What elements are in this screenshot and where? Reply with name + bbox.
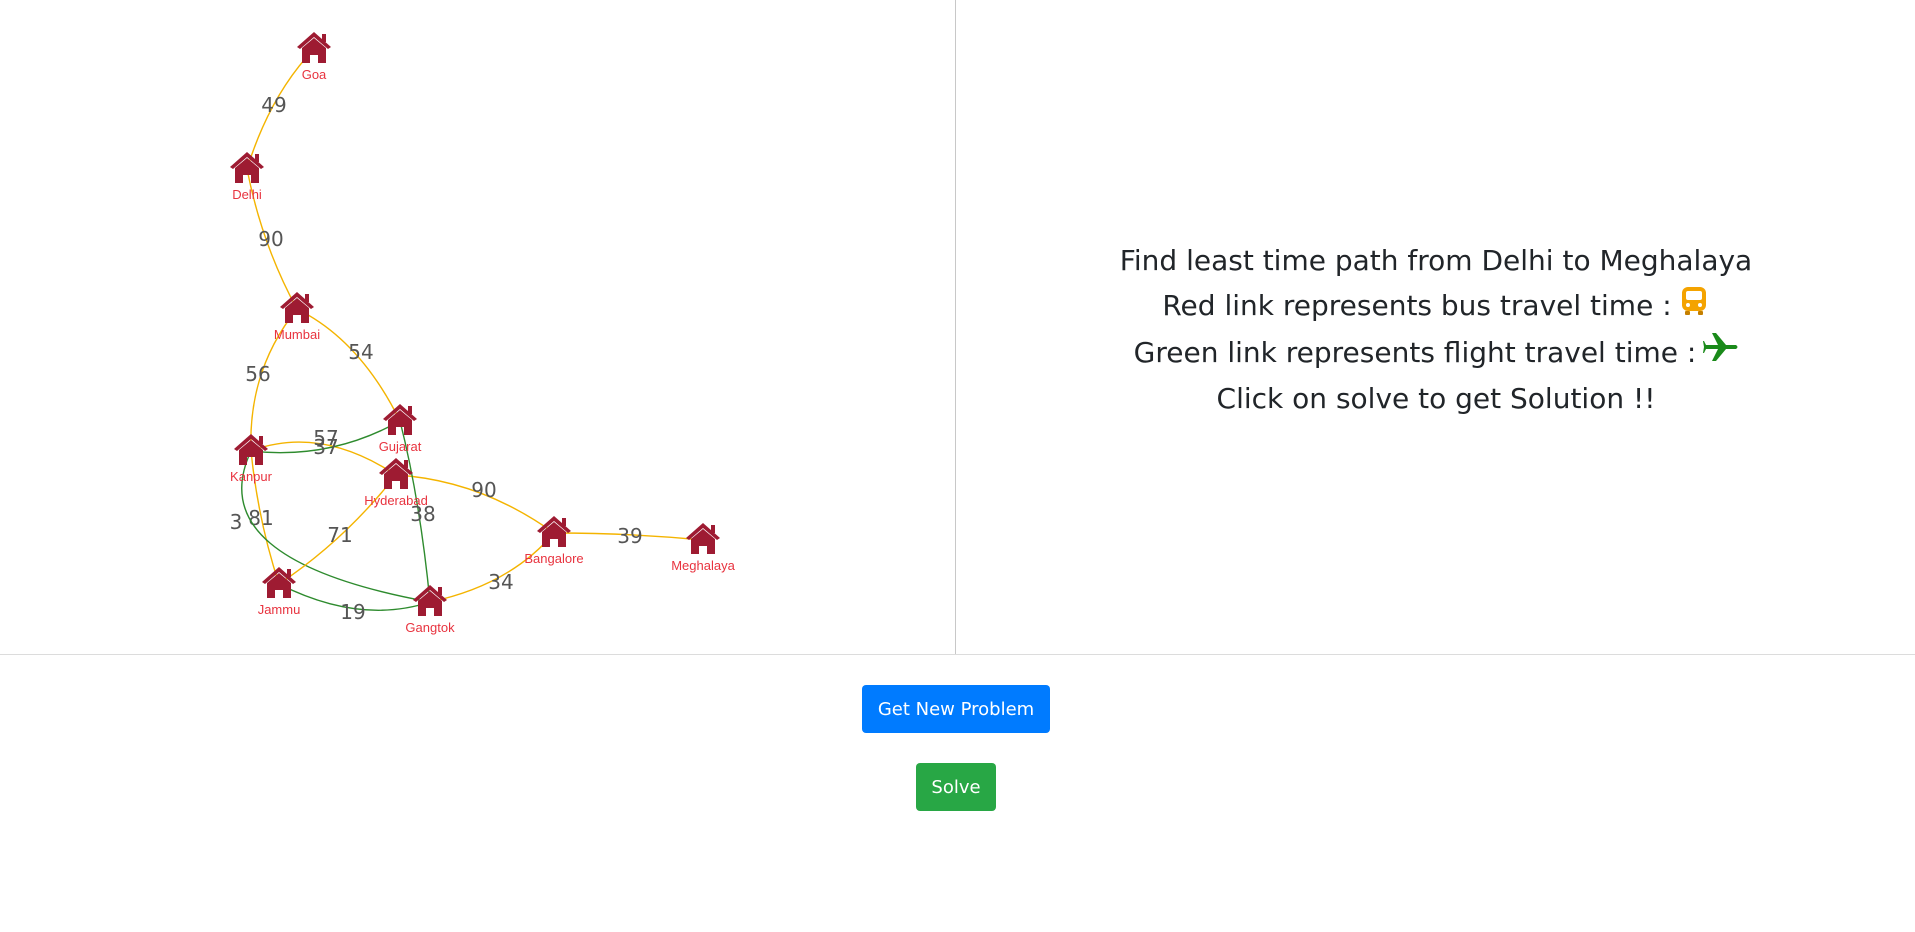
node-mumbai[interactable]: Mumbai <box>274 292 320 342</box>
house-icon <box>413 585 447 616</box>
graph-canvas[interactable]: 499054565737813719038193439GoaDelhiMumba… <box>0 0 955 654</box>
edge-weight-kanpur-jammu: 81 <box>248 506 273 530</box>
solve-button[interactable]: Solve <box>916 763 996 811</box>
node-label: Gujarat <box>379 439 422 454</box>
house-icon <box>234 434 268 465</box>
bus-icon <box>1678 285 1710 330</box>
node-label: Meghalaya <box>671 558 735 573</box>
house-icon <box>379 458 413 489</box>
horizontal-divider <box>0 654 1915 655</box>
house-icon <box>383 404 417 435</box>
instructions-panel: Find least time path from Delhi to Megha… <box>1000 238 1872 421</box>
edge-weight-mumbai-kanpur: 56 <box>245 362 270 386</box>
edge-weight-mumbai-gujarat: 54 <box>348 340 373 364</box>
edge-weight-goa-delhi: 49 <box>261 93 286 117</box>
bus-legend-text: Red link represents bus travel time : <box>1162 289 1672 322</box>
node-label: Hyderabad <box>364 493 428 508</box>
edge-weight-kanpur-gangtok: 3 <box>230 510 243 534</box>
house-icon <box>262 567 296 598</box>
node-bangalore[interactable]: Bangalore <box>524 516 584 566</box>
vertical-divider <box>955 0 956 654</box>
flight-legend-text: Green link represents flight travel time… <box>1133 335 1697 369</box>
node-goa[interactable]: Goa <box>297 32 331 82</box>
house-icon <box>280 292 314 323</box>
node-hyderabad[interactable]: Hyderabad <box>364 458 428 508</box>
node-label: Kanpur <box>230 469 273 484</box>
node-label: Delhi <box>232 187 262 202</box>
node-label: Jammu <box>258 602 301 617</box>
node-gangtok[interactable]: Gangtok <box>405 585 455 635</box>
node-meghalaya[interactable]: Meghalaya <box>671 523 736 573</box>
edge-weight-bangalore-meghalaya: 39 <box>617 524 642 548</box>
edge-weight-kanpur-gujarat: 37 <box>313 435 338 459</box>
node-label: Mumbai <box>274 327 320 342</box>
get-new-problem-button[interactable]: Get New Problem <box>862 685 1050 733</box>
flight-legend: Green link represents flight travel time… <box>1000 330 1872 377</box>
edge-weight-delhi-mumbai: 90 <box>258 227 283 251</box>
house-icon <box>537 516 571 547</box>
node-label: Gangtok <box>405 620 455 635</box>
edge-weight-jammu-gangtok: 19 <box>340 600 365 624</box>
airplane-icon <box>1702 331 1738 376</box>
house-icon <box>230 152 264 183</box>
graph-panel: 49 90 54 56 57 37 81 3 71 90 38 19 34 39 Goa Delhi Mumba… <box>0 0 955 654</box>
edge-weight-gangtok-bangalore: 34 <box>488 570 513 594</box>
solve-hint-text: Click on solve to get Solution !! <box>1216 382 1656 415</box>
bus-legend: Red link represents bus travel time : <box>1000 283 1872 330</box>
edge-weight-hyderabad-bangalore: 90 <box>471 478 496 502</box>
node-label: Bangalore <box>524 551 583 566</box>
edge-weight-hyderabad-jammu: 71 <box>327 523 352 547</box>
task-text: Find least time path from Delhi to Megha… <box>1119 244 1753 277</box>
edge-mumbai-gujarat[interactable] <box>296 308 401 422</box>
node-delhi[interactable]: Delhi <box>230 152 264 202</box>
nodes-layer: Goa Delhi Mumbai Gujarat Kanpur Hyderabad Bang… <box>230 32 736 635</box>
house-icon <box>297 32 331 63</box>
node-label: Goa <box>302 67 327 82</box>
